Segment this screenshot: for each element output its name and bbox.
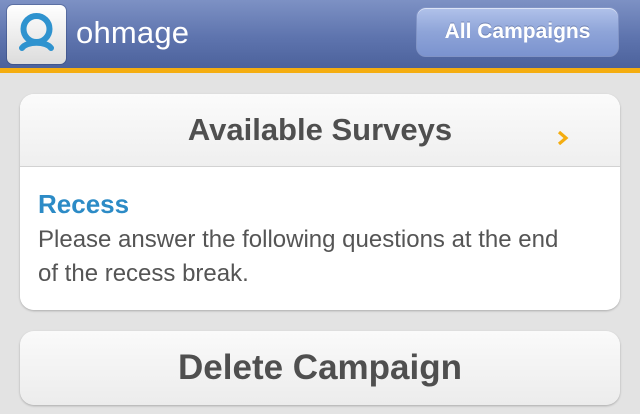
app-title: ohmage bbox=[76, 15, 190, 50]
survey-description: Please answer the following questions at… bbox=[38, 226, 559, 287]
delete-campaign-button[interactable]: Delete Campaign bbox=[20, 331, 620, 405]
chevron-right-icon bbox=[557, 131, 569, 145]
survey-title: Recess bbox=[38, 189, 130, 219]
campaign-screen: ohmage All Campaigns Available Surveys R… bbox=[0, 0, 640, 414]
available-surveys-card: Available Surveys Recess Please answer t… bbox=[20, 94, 620, 310]
all-campaigns-button[interactable]: All Campaigns bbox=[416, 7, 619, 57]
header-accent-rule bbox=[0, 68, 640, 73]
available-surveys-heading: Available Surveys bbox=[20, 94, 620, 167]
ohmage-logo-icon bbox=[7, 5, 66, 64]
header-bar: ohmage All Campaigns bbox=[0, 0, 640, 68]
survey-item-recess[interactable]: Recess Please answer the following quest… bbox=[20, 167, 620, 310]
